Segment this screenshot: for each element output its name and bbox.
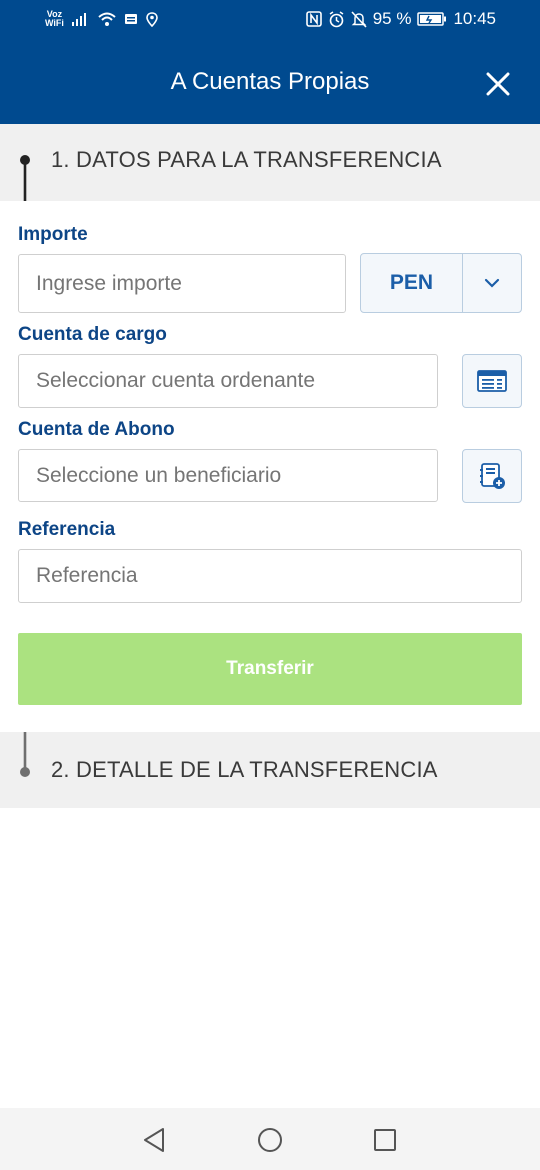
mute-icon bbox=[351, 10, 367, 28]
system-navigation-bar bbox=[0, 1108, 540, 1170]
cargo-label: Cuenta de cargo bbox=[18, 324, 167, 345]
importe-input[interactable] bbox=[18, 254, 346, 313]
message-icon bbox=[124, 13, 138, 26]
importe-label: Importe bbox=[18, 224, 88, 245]
referencia-label: Referencia bbox=[18, 519, 116, 540]
page-title: A Cuentas Propias bbox=[170, 68, 370, 95]
add-beneficiary-button[interactable] bbox=[462, 449, 522, 503]
close-button[interactable] bbox=[482, 68, 514, 100]
wifi-icon bbox=[98, 12, 116, 26]
abono-label: Cuenta de Abono bbox=[18, 419, 175, 440]
add-contact-icon bbox=[480, 463, 505, 489]
app-header: A Cuentas Propias bbox=[0, 40, 540, 124]
nfc-icon bbox=[305, 11, 322, 27]
nav-recents-button[interactable] bbox=[371, 1126, 399, 1154]
voz-wifi-indicator: Voz WiFi bbox=[45, 10, 64, 28]
currency-select[interactable]: PEN bbox=[360, 253, 522, 313]
signal-icon bbox=[71, 12, 90, 26]
step-2-title: 2. DETALLE DE LA TRANSFERENCIA bbox=[51, 757, 438, 782]
step-2-timeline-icon bbox=[20, 732, 30, 780]
chevron-down-icon bbox=[484, 278, 500, 288]
back-icon bbox=[144, 1128, 164, 1152]
step-1-title: 1. DATOS PARA LA TRANSFERENCIA bbox=[51, 147, 442, 172]
recents-icon bbox=[374, 1129, 396, 1151]
account-list-icon bbox=[477, 370, 507, 392]
wifi-label: WiFi bbox=[45, 18, 64, 28]
nav-home-button[interactable] bbox=[256, 1126, 284, 1154]
battery-percent: 95 % bbox=[372, 9, 412, 28]
cargo-account-input[interactable] bbox=[18, 354, 438, 408]
currency-value: PEN bbox=[361, 254, 463, 312]
location-icon bbox=[146, 11, 158, 27]
alarm-icon bbox=[328, 10, 345, 28]
step-1-timeline-icon bbox=[20, 152, 30, 201]
clock-time: 10:45 bbox=[453, 9, 496, 28]
step-1-header[interactable]: 1. DATOS PARA LA TRANSFERENCIA bbox=[0, 124, 540, 201]
transfer-button[interactable]: Transferir bbox=[18, 633, 522, 705]
step-2-header[interactable]: 2. DETALLE DE LA TRANSFERENCIA bbox=[0, 732, 540, 808]
close-icon bbox=[486, 72, 510, 96]
status-bar: Voz WiFi 95 % 10:45 bbox=[0, 0, 540, 40]
abono-account-input[interactable] bbox=[18, 449, 438, 502]
currency-dropdown-toggle[interactable] bbox=[463, 254, 521, 312]
battery-icon bbox=[417, 11, 447, 27]
home-icon bbox=[258, 1128, 282, 1152]
nav-back-button[interactable] bbox=[141, 1126, 169, 1154]
referencia-input[interactable] bbox=[18, 549, 522, 603]
select-account-button[interactable] bbox=[462, 354, 522, 408]
